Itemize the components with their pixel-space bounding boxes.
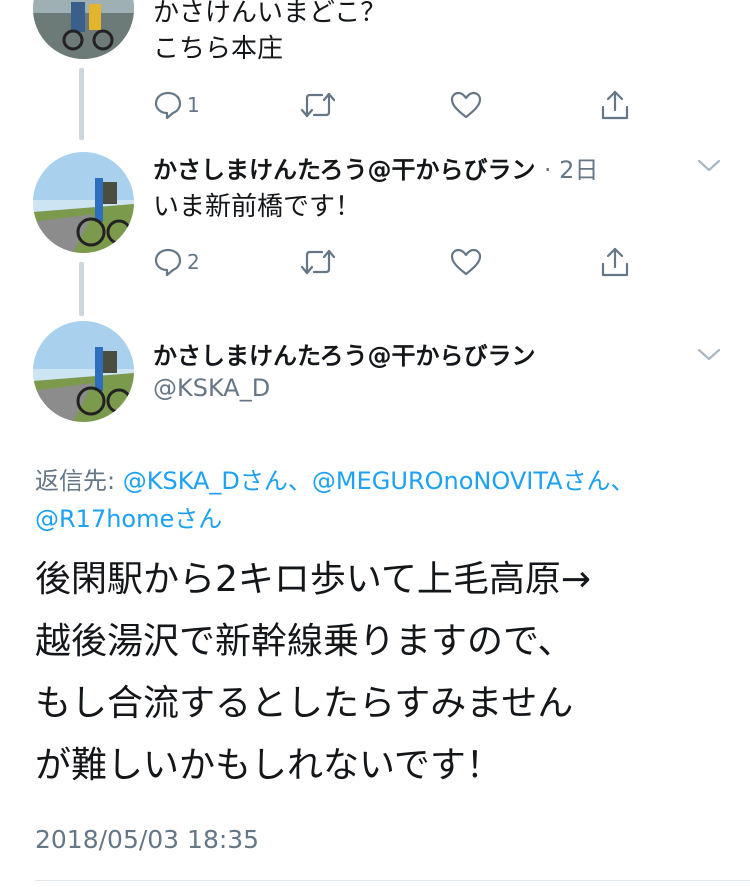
tweet-text: こちら本庄	[153, 34, 284, 64]
like-button[interactable]	[450, 242, 510, 282]
tweet-body-line: 後閑駅から2キロ歩いて上毛高原→	[35, 559, 591, 600]
share-button[interactable]	[600, 242, 660, 282]
tweet-text: かさけんいまどこ？	[153, 0, 387, 28]
reply-prefix: 返信先:	[35, 467, 123, 495]
display-name-text: かさしまけんたろう@干からびラン	[153, 156, 536, 184]
like-button[interactable]	[450, 85, 510, 125]
tweet-body: 後閑駅から2キロ歩いて上毛高原→ 越後湯沢で新幹線乗りますので、 もし合流すると…	[35, 549, 735, 797]
retweet-icon	[300, 249, 336, 275]
like-icon	[450, 91, 482, 119]
mention-link[interactable]: @KSKA_Dさん、	[123, 467, 312, 495]
mention-link[interactable]: @R17homeさん	[35, 505, 222, 533]
reply-to-line: 返信先: @KSKA_Dさん、@MEGUROnoNOVITAさん、 @R17hom…	[35, 462, 725, 538]
thread-line	[79, 262, 84, 316]
tweet-time[interactable]: · 2日	[544, 156, 599, 184]
like-icon	[450, 248, 482, 276]
share-icon	[601, 90, 629, 120]
display-name[interactable]: かさしまけんたろう@干からびラン	[153, 336, 536, 371]
reply-count: 1	[187, 93, 200, 117]
avatar[interactable]	[33, 0, 134, 59]
retweet-button[interactable]	[300, 242, 360, 282]
tweet-body-line: が難しいかもしれないです！	[35, 745, 502, 786]
chevron-down-icon[interactable]	[696, 344, 722, 364]
tweet-text: いま新前橋です！	[153, 192, 362, 222]
avatar[interactable]	[33, 152, 134, 253]
tweet-timestamp[interactable]: 2018/05/03 18:35	[35, 825, 259, 854]
reply-count: 2	[187, 250, 200, 274]
reply-button[interactable]: 1	[153, 85, 213, 125]
chevron-down-icon[interactable]	[696, 155, 722, 175]
mention-link[interactable]: @MEGUROnoNOVITAさん、	[312, 467, 635, 495]
reply-button[interactable]: 2	[153, 242, 213, 282]
divider	[35, 880, 750, 881]
reply-icon	[154, 91, 182, 120]
tweet-body-line: もし合流するとしたらすみません	[35, 683, 574, 724]
tweet-body-line: 越後湯沢で新幹線乗りますので、	[35, 621, 574, 662]
reply-icon	[154, 248, 182, 277]
thread-line	[79, 68, 84, 140]
avatar[interactable]	[33, 321, 134, 422]
share-icon	[601, 247, 629, 277]
retweet-button[interactable]	[300, 85, 360, 125]
share-button[interactable]	[600, 85, 660, 125]
display-name[interactable]: かさしまけんたろう@干からびラン · 2日	[153, 150, 598, 185]
user-handle[interactable]: @KSKA_D	[153, 374, 270, 402]
retweet-icon	[300, 92, 336, 118]
